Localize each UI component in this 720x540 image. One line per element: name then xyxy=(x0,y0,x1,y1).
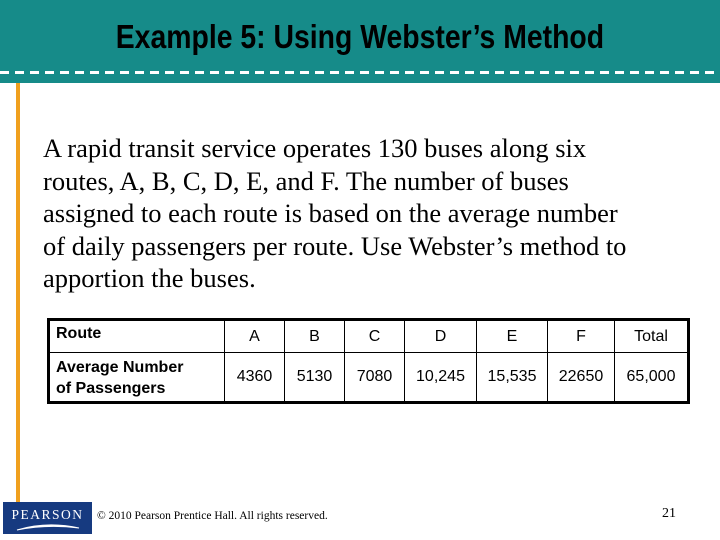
cell-total: 65,000 xyxy=(614,352,689,403)
passengers-row-label: Average Number of Passengers xyxy=(48,352,225,403)
column-header-e: E xyxy=(476,319,548,353)
page-number: 21 xyxy=(662,506,676,521)
cell-d: 10,245 xyxy=(404,352,477,403)
column-header-c: C xyxy=(344,319,405,353)
slide-title: Example 5: Using Webster’s Method xyxy=(0,18,720,56)
slide-title-text: Example 5: Using Webster’s Method xyxy=(115,18,605,55)
column-header-a: A xyxy=(224,319,285,353)
body-line: A rapid transit service operates 130 bus… xyxy=(43,133,587,163)
copyright-text: © 2010 Pearson Prentice Hall. All rights… xyxy=(97,510,328,522)
pearson-logo: PEARSON xyxy=(3,502,92,534)
row-label-line: of Passengers xyxy=(56,380,166,397)
route-header-label: Route xyxy=(48,319,225,353)
body-line: apportion the buses. xyxy=(43,263,256,293)
cell-b: 5130 xyxy=(284,352,345,403)
body-line: of daily passengers per route. Use Webst… xyxy=(43,230,627,261)
dashed-divider xyxy=(0,71,720,74)
column-header-d: D xyxy=(404,319,477,353)
row-label-line: Average Number xyxy=(56,359,184,376)
problem-statement: A rapid transit service operates 130 bus… xyxy=(43,132,683,295)
passenger-table: Route A B C D E F Total Average Number o… xyxy=(47,318,690,404)
body-line: assigned to each route is based on the a… xyxy=(43,198,618,228)
column-header-total: Total xyxy=(614,319,689,353)
logo-swoosh-icon xyxy=(16,524,80,531)
table-row: Average Number of Passengers 4360 5130 7… xyxy=(48,352,689,403)
cell-f: 22650 xyxy=(547,352,615,403)
cell-c: 7080 xyxy=(344,352,405,403)
column-header-f: F xyxy=(547,319,615,353)
slide-header: Example 5: Using Webster’s Method xyxy=(0,0,720,83)
accent-vertical-bar xyxy=(16,83,20,502)
table-header-row: Route A B C D E F Total xyxy=(48,319,689,353)
body-line: routes, A, B, C, D, E, and F. The number… xyxy=(43,165,569,196)
column-header-b: B xyxy=(284,319,345,353)
cell-a: 4360 xyxy=(224,352,285,403)
cell-e: 15,535 xyxy=(476,352,548,403)
